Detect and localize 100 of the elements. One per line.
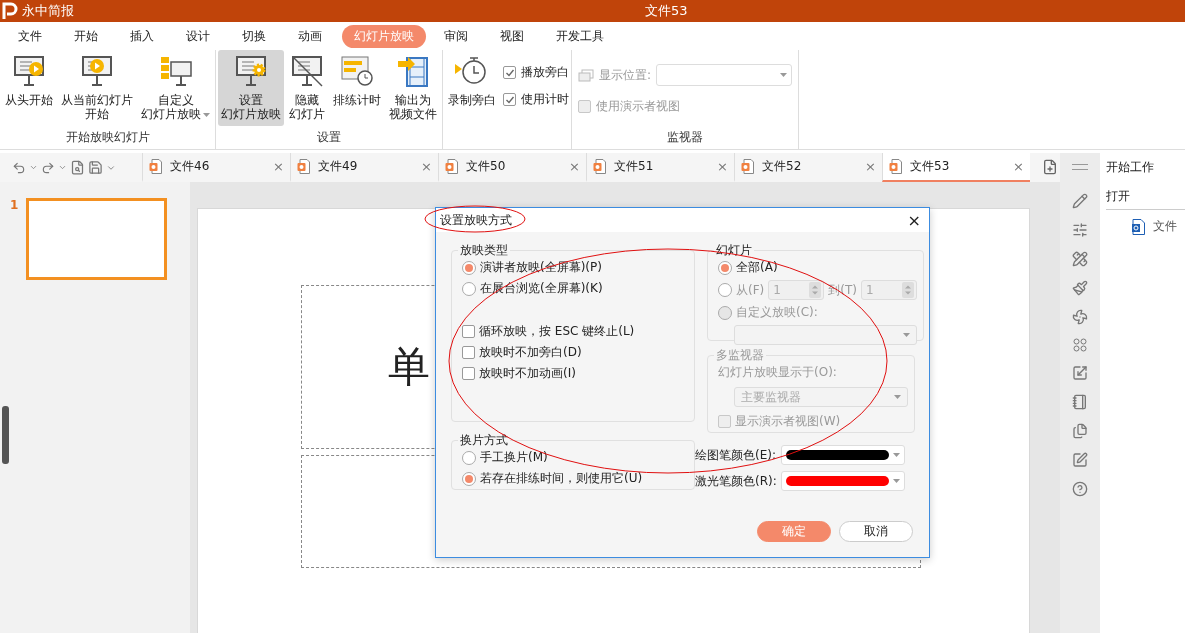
radio-button[interactable]	[718, 260, 732, 275]
ribbon-button[interactable]: 录制旁白	[445, 50, 499, 126]
spin-arrows-icon[interactable]	[809, 282, 822, 298]
redo-icon[interactable]	[41, 160, 55, 175]
radio-label: 全部(A)	[736, 259, 778, 276]
close-icon[interactable]: ×	[421, 159, 432, 174]
caret-icon	[894, 395, 901, 399]
presentation-file-icon	[889, 159, 902, 174]
color-picker[interactable]	[781, 445, 905, 465]
close-button[interactable]: ×	[907, 210, 921, 230]
checkbox[interactable]	[503, 93, 516, 106]
checkbox-label: 循环放映，按 ESC 键终止(L)	[479, 323, 635, 340]
caret-icon[interactable]	[58, 163, 67, 172]
checkbox-label: 放映时不加旁白(D)	[479, 344, 582, 361]
ribbon-button[interactable]: 排练计时	[330, 50, 384, 126]
grid-icon[interactable]	[1073, 338, 1087, 352]
slide-title-text: 单	[388, 341, 430, 393]
presentation-file-icon	[741, 159, 754, 174]
field-label: 绘图笔颜色(E):	[695, 446, 776, 464]
custom-show-icon	[158, 54, 193, 88]
undo-icon[interactable]	[12, 160, 26, 175]
group-title: 开始放映幻灯片	[64, 129, 151, 146]
caret-icon	[902, 333, 910, 337]
projector-play-icon	[80, 54, 114, 88]
caret-icon	[893, 479, 900, 483]
checkbox[interactable]	[718, 415, 731, 428]
pencil-ruler-icon[interactable]	[1072, 251, 1088, 267]
checkbox-label: 使用演示者视图	[596, 98, 680, 115]
projector-play-icon	[12, 54, 46, 88]
pencil-icon[interactable]	[1072, 193, 1088, 209]
close-icon[interactable]: ×	[1013, 159, 1024, 174]
scroll-handle[interactable]	[2, 406, 9, 464]
checkbox[interactable]	[578, 100, 591, 113]
print-preview-icon[interactable]	[70, 160, 85, 175]
save-icon[interactable]	[88, 160, 103, 175]
group-title: 多监视器	[715, 347, 765, 364]
menu-tab[interactable]: 切换	[230, 24, 278, 48]
notebook-icon[interactable]	[1072, 394, 1088, 410]
caret-icon[interactable]	[29, 163, 38, 172]
window-title: 文件53	[645, 2, 688, 20]
ribbon-button[interactable]: 设置 幻灯片放映	[218, 50, 284, 126]
edit-icon[interactable]	[1072, 452, 1088, 468]
menu-tab[interactable]: 视图	[488, 24, 536, 48]
close-icon[interactable]: ×	[717, 159, 728, 174]
checkbox[interactable]	[462, 367, 475, 380]
checkbox-label: 显示演示者视图(W)	[735, 413, 841, 430]
ribbon-button[interactable]: 从头开始	[2, 50, 56, 126]
help-icon[interactable]	[1072, 481, 1088, 497]
menu-tab[interactable]: 文件	[6, 24, 54, 48]
field-label: 激光笔颜色(R):	[695, 472, 777, 490]
radio-label: 在展台浏览(全屏幕)(K)	[480, 280, 603, 297]
timer-slide-icon	[340, 54, 374, 88]
copy-icon[interactable]	[1072, 423, 1088, 439]
close-icon[interactable]: ×	[273, 159, 284, 174]
hidden-slide-icon	[290, 54, 324, 88]
caret-icon	[780, 73, 787, 77]
select-label: 显示位置:	[599, 66, 652, 84]
new-document-icon[interactable]	[1042, 159, 1058, 175]
checkbox[interactable]	[503, 66, 516, 79]
menu-tab[interactable]: 开发工具	[544, 24, 616, 48]
ribbon-button[interactable]: 从当前幻灯片 开始	[58, 50, 136, 126]
cancel-button[interactable]: 取消	[839, 521, 913, 542]
checkbox[interactable]	[462, 346, 475, 359]
ribbon-button[interactable]: 输出为 视频文件	[386, 50, 440, 126]
pinwheel-icon[interactable]	[1072, 309, 1088, 325]
checkbox[interactable]	[462, 325, 475, 338]
spin-arrows-icon[interactable]	[901, 282, 914, 298]
checkbox-label: 播放旁白	[521, 64, 569, 81]
recent-file-link[interactable]: 文件	[1153, 218, 1177, 235]
document-tab[interactable]: 文件53 ×	[882, 153, 1030, 182]
menu-tab[interactable]: 开始	[62, 24, 110, 48]
document-icon	[1132, 218, 1145, 235]
color-picker[interactable]	[781, 471, 905, 491]
sliders-icon[interactable]	[1072, 222, 1088, 238]
brush-icon[interactable]	[1072, 280, 1088, 296]
presentation-file-icon	[297, 159, 310, 174]
menu-tab[interactable]: 插入	[118, 24, 166, 48]
checkbox-label: 放映时不加动画(I)	[479, 365, 576, 382]
slide-thumbnail[interactable]	[26, 198, 168, 280]
radio-button[interactable]	[462, 281, 476, 296]
menu-tab[interactable]: 动画	[286, 24, 334, 48]
dialog-title: 设置放映方式	[440, 211, 512, 229]
ribbon-button[interactable]: 隐藏 幻灯片	[286, 50, 328, 126]
radio-button[interactable]	[462, 260, 476, 275]
menu-icon[interactable]	[1072, 164, 1088, 170]
ribbon-button[interactable]: 自定义 幻灯片放映	[138, 50, 213, 126]
close-icon[interactable]: ×	[569, 159, 580, 174]
group-title: 设置	[316, 129, 342, 146]
close-icon[interactable]: ×	[865, 159, 876, 174]
radio-button[interactable]	[462, 450, 476, 465]
resize-icon[interactable]	[1072, 365, 1088, 381]
menu-tab[interactable]: 设计	[174, 24, 222, 48]
radio-button[interactable]	[718, 283, 732, 297]
radio-button[interactable]	[462, 471, 476, 486]
group-title: 换片方式	[459, 432, 509, 449]
presentation-file-icon	[593, 159, 606, 174]
windows-icon	[578, 68, 594, 82]
field-label: 幻灯片放映显示于(O):	[718, 364, 838, 381]
menu-tab[interactable]: 审阅	[432, 24, 480, 48]
pane-title: 开始工作	[1106, 159, 1155, 176]
